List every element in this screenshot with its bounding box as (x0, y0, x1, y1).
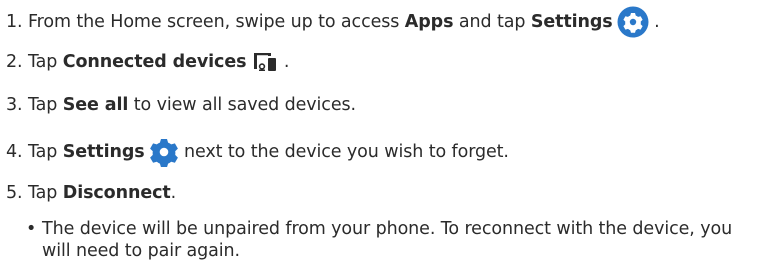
step-2: 2. Tap Connected devices . (6, 50, 289, 74)
settings-label: Settings (530, 12, 613, 32)
note-text: The device will be unpaired from your ph… (42, 219, 733, 261)
step-text: . (648, 12, 660, 32)
settings-gear-circle-icon (617, 6, 649, 38)
step-text: Tap (27, 52, 63, 72)
settings-label: Settings (62, 142, 145, 162)
step-number: 2. (6, 52, 23, 72)
disconnect-label: Disconnect (62, 183, 171, 203)
step-text: and tap (453, 12, 531, 32)
step-3: 3. Tap See all to view all saved devices… (6, 93, 356, 117)
bullet-marker: • (26, 219, 37, 239)
step-text: Tap (27, 183, 63, 203)
step-1: 1. From the Home screen, swipe up to acc… (6, 6, 660, 38)
step-text: . (170, 183, 177, 203)
step-number: 1. (6, 12, 23, 32)
step-text: Tap (27, 142, 63, 162)
step-5: 5. Tap Disconnect . (6, 181, 176, 205)
step-number: 5. (6, 183, 23, 203)
step-4: 4. Tap Settings next to the device you w… (6, 137, 509, 167)
see-all-label: See all (62, 95, 129, 115)
step-text: . (278, 52, 290, 72)
connected-devices-icon (252, 50, 278, 74)
step-text: From the Home screen, swipe up to access (27, 12, 405, 32)
settings-gear-icon (149, 137, 179, 167)
step-text: to view all saved devices. (128, 95, 356, 115)
note-bullet: • The device will be unpaired from your … (26, 218, 766, 262)
step-number: 3. (6, 95, 23, 115)
apps-label: Apps (404, 12, 454, 32)
step-number: 4. (6, 142, 23, 162)
connected-devices-label: Connected devices (62, 52, 247, 72)
step-text: next to the device you wish to forget. (178, 142, 509, 162)
step-text: Tap (27, 95, 63, 115)
